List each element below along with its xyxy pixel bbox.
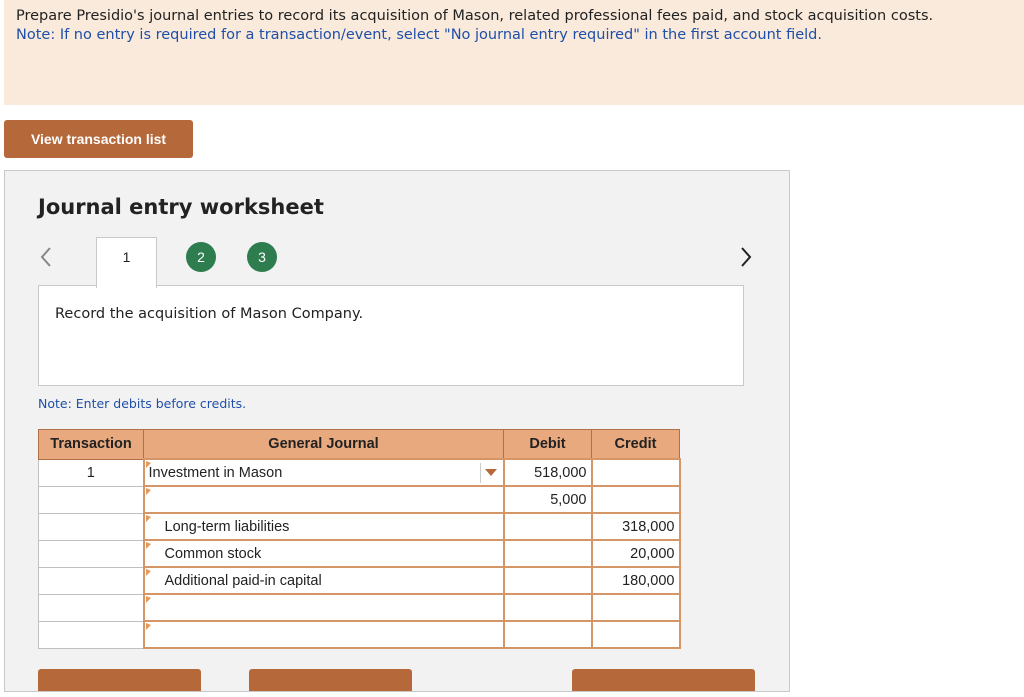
- cell-marker-icon: [145, 596, 151, 603]
- tab-1[interactable]: 1: [96, 237, 157, 288]
- table-row: Long-term liabilities 318,000: [38, 512, 681, 541]
- worksheet-title: Journal entry worksheet: [38, 195, 324, 219]
- transaction-cell: 1: [38, 458, 144, 487]
- table-row: Common stock 20,000: [38, 539, 681, 568]
- dropdown-arrow-icon[interactable]: [484, 469, 497, 476]
- credit-input[interactable]: 318,000: [590, 512, 681, 541]
- transaction-description: Record the acquisition of Mason Company.: [55, 306, 364, 322]
- transaction-cell: [38, 512, 144, 541]
- dropdown-divider: [479, 463, 481, 483]
- header-transaction: Transaction: [38, 429, 144, 460]
- debit-input[interactable]: [502, 566, 593, 595]
- cell-marker-icon: [145, 461, 151, 468]
- view-transaction-list-button[interactable]: View transaction list: [4, 120, 193, 158]
- table-row: Additional paid-in capital 180,000: [38, 566, 681, 595]
- credit-input[interactable]: 180,000: [590, 566, 681, 595]
- record-entry-button[interactable]: [38, 669, 201, 691]
- clear-entry-button[interactable]: [249, 669, 412, 691]
- credit-input[interactable]: [590, 485, 681, 514]
- cell-marker-icon: [145, 515, 151, 522]
- cell-marker-icon: [145, 488, 151, 495]
- view-general-journal-button[interactable]: [572, 669, 755, 691]
- credit-input[interactable]: [590, 593, 681, 622]
- account-select[interactable]: [142, 620, 505, 649]
- prev-arrow-icon[interactable]: [35, 243, 59, 271]
- instructions-panel: Prepare Presidio's journal entries to re…: [4, 0, 1024, 105]
- instructions-note: Note: If no entry is required for a tran…: [16, 27, 822, 43]
- account-select[interactable]: Additional paid-in capital: [142, 566, 505, 595]
- table-row: 1 Investment in Mason 518,000: [38, 458, 681, 487]
- debit-input[interactable]: [502, 593, 593, 622]
- table-row: [38, 593, 681, 622]
- journal-table: Transaction General Journal Debit Credit…: [38, 429, 681, 649]
- account-value: Common stock: [164, 545, 262, 562]
- transaction-cell: [38, 485, 144, 514]
- transaction-cell: [38, 593, 144, 622]
- transaction-cell: [38, 620, 144, 649]
- account-select[interactable]: Long-term liabilities: [142, 512, 505, 541]
- account-value: Long-term liabilities: [164, 518, 290, 535]
- account-select[interactable]: [142, 485, 505, 514]
- account-select[interactable]: [142, 593, 505, 622]
- cell-marker-icon: [145, 623, 151, 630]
- debit-credit-note: Note: Enter debits before credits.: [38, 396, 247, 411]
- debit-input[interactable]: [502, 620, 593, 649]
- table-row: [38, 620, 681, 649]
- credit-input[interactable]: [590, 458, 681, 487]
- account-select[interactable]: Common stock: [142, 539, 505, 568]
- instructions-text: Prepare Presidio's journal entries to re…: [16, 8, 934, 24]
- header-credit: Credit: [591, 429, 680, 460]
- next-arrow-icon[interactable]: [733, 243, 757, 271]
- journal-entry-worksheet: Journal entry worksheet 1 2 3 Record the…: [4, 170, 790, 692]
- transaction-description-box: Record the acquisition of Mason Company.: [38, 285, 744, 386]
- table-row: 5,000: [38, 485, 681, 514]
- account-value: Additional paid-in capital: [164, 572, 322, 589]
- credit-input[interactable]: [590, 620, 681, 649]
- debit-input[interactable]: [502, 512, 593, 541]
- tab-3[interactable]: 3: [247, 242, 277, 272]
- debit-input[interactable]: [502, 539, 593, 568]
- account-value: Investment in Mason: [148, 464, 283, 481]
- account-select[interactable]: Investment in Mason: [142, 458, 505, 487]
- header-general-journal: General Journal: [143, 429, 504, 460]
- transaction-cell: [38, 539, 144, 568]
- cell-marker-icon: [145, 569, 151, 576]
- cell-marker-icon: [145, 542, 151, 549]
- debit-input[interactable]: 518,000: [502, 458, 593, 487]
- debit-input[interactable]: 5,000: [502, 485, 593, 514]
- transaction-cell: [38, 566, 144, 595]
- header-debit: Debit: [503, 429, 592, 460]
- tab-2[interactable]: 2: [186, 242, 216, 272]
- credit-input[interactable]: 20,000: [590, 539, 681, 568]
